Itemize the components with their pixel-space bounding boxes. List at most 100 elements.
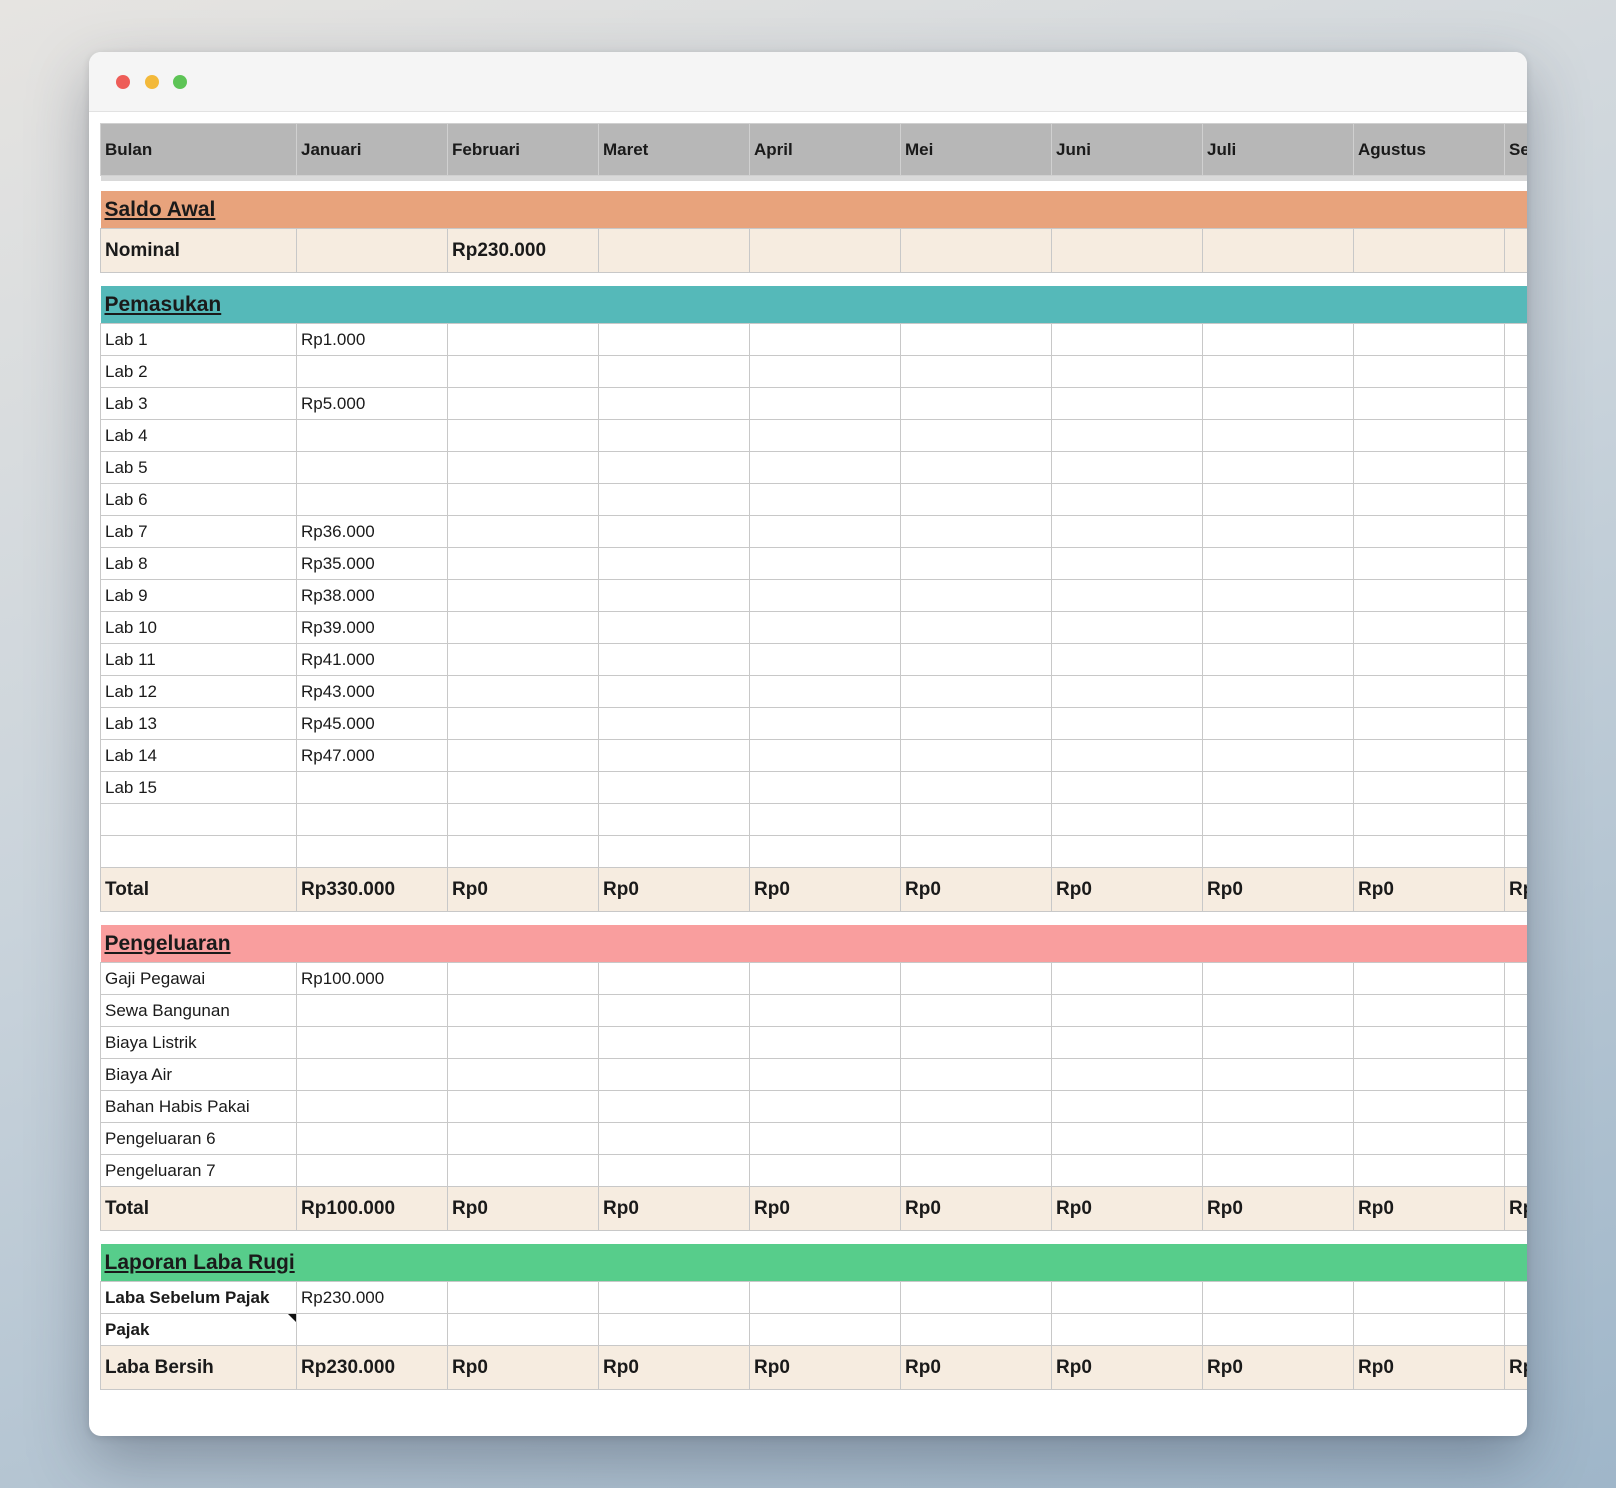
- value-cell[interactable]: [1353, 228, 1505, 273]
- row-label[interactable]: Lab 1: [100, 323, 297, 356]
- column-header-month[interactable]: Mei: [900, 123, 1052, 176]
- value-cell[interactable]: [749, 451, 901, 484]
- value-cell[interactable]: [598, 707, 750, 740]
- value-cell[interactable]: [598, 483, 750, 516]
- value-cell[interactable]: [1504, 228, 1527, 273]
- value-cell[interactable]: [749, 707, 901, 740]
- value-cell[interactable]: [1353, 1090, 1505, 1123]
- value-cell[interactable]: [1353, 611, 1505, 644]
- value-cell[interactable]: [900, 1122, 1052, 1155]
- comment-indicator-icon[interactable]: [288, 1314, 296, 1322]
- column-header-bulan[interactable]: Bulan: [100, 123, 297, 176]
- value-cell[interactable]: Rp35.000: [296, 547, 448, 580]
- value-cell[interactable]: Rp: [1504, 1345, 1527, 1390]
- value-cell[interactable]: [1202, 323, 1354, 356]
- row-label[interactable]: Lab 8: [100, 547, 297, 580]
- value-cell[interactable]: [1051, 228, 1203, 273]
- value-cell[interactable]: [749, 675, 901, 708]
- value-cell[interactable]: Rp0: [447, 867, 599, 912]
- value-cell[interactable]: Rp39.000: [296, 611, 448, 644]
- value-cell[interactable]: [296, 355, 448, 388]
- value-cell[interactable]: [598, 355, 750, 388]
- value-cell[interactable]: [749, 803, 901, 836]
- row-label[interactable]: Bahan Habis Pakai: [100, 1090, 297, 1123]
- value-cell[interactable]: [1202, 962, 1354, 995]
- row-label[interactable]: Lab 2: [100, 355, 297, 388]
- value-cell[interactable]: Rp43.000: [296, 675, 448, 708]
- value-cell[interactable]: [1504, 579, 1527, 612]
- value-cell[interactable]: [598, 1313, 750, 1346]
- value-cell[interactable]: [1202, 451, 1354, 484]
- value-cell[interactable]: [1202, 707, 1354, 740]
- value-cell[interactable]: [598, 579, 750, 612]
- value-cell[interactable]: [447, 387, 599, 420]
- value-cell[interactable]: [296, 451, 448, 484]
- row-label[interactable]: Pengeluaran 7: [100, 1154, 297, 1187]
- value-cell[interactable]: [598, 1281, 750, 1314]
- value-cell[interactable]: [749, 771, 901, 804]
- value-cell[interactable]: [1202, 547, 1354, 580]
- value-cell[interactable]: [598, 643, 750, 676]
- value-cell[interactable]: [447, 803, 599, 836]
- value-cell[interactable]: [1353, 707, 1505, 740]
- value-cell[interactable]: [447, 643, 599, 676]
- value-cell[interactable]: [1353, 994, 1505, 1027]
- value-cell[interactable]: [1202, 483, 1354, 516]
- value-cell[interactable]: [1051, 707, 1203, 740]
- value-cell[interactable]: [1504, 803, 1527, 836]
- value-cell[interactable]: [598, 228, 750, 273]
- value-cell[interactable]: [749, 962, 901, 995]
- minimize-window-button[interactable]: [145, 75, 159, 89]
- value-cell[interactable]: [749, 483, 901, 516]
- value-cell[interactable]: [1353, 835, 1505, 868]
- value-cell[interactable]: [900, 771, 1052, 804]
- value-cell[interactable]: Rp0: [900, 1345, 1052, 1390]
- value-cell[interactable]: [1504, 483, 1527, 516]
- value-cell[interactable]: [1051, 611, 1203, 644]
- value-cell[interactable]: [296, 1026, 448, 1059]
- value-cell[interactable]: [1353, 1281, 1505, 1314]
- value-cell[interactable]: Rp47.000: [296, 739, 448, 772]
- value-cell[interactable]: Rp230.000: [447, 228, 599, 273]
- value-cell[interactable]: [598, 547, 750, 580]
- value-cell[interactable]: [749, 515, 901, 548]
- column-header-month[interactable]: Maret: [598, 123, 750, 176]
- column-header-month[interactable]: Agustus: [1353, 123, 1505, 176]
- value-cell[interactable]: [598, 1122, 750, 1155]
- value-cell[interactable]: [598, 771, 750, 804]
- value-cell[interactable]: [598, 419, 750, 452]
- value-cell[interactable]: [296, 994, 448, 1027]
- value-cell[interactable]: [1353, 1154, 1505, 1187]
- value-cell[interactable]: [447, 323, 599, 356]
- value-cell[interactable]: Rp0: [1051, 1345, 1203, 1390]
- row-label[interactable]: Gaji Pegawai: [100, 962, 297, 995]
- value-cell[interactable]: [296, 1122, 448, 1155]
- value-cell[interactable]: Rp0: [1353, 867, 1505, 912]
- value-cell[interactable]: [447, 419, 599, 452]
- value-cell[interactable]: [1353, 1313, 1505, 1346]
- value-cell[interactable]: [900, 739, 1052, 772]
- value-cell[interactable]: [900, 579, 1052, 612]
- value-cell[interactable]: Rp0: [598, 867, 750, 912]
- value-cell[interactable]: [1353, 547, 1505, 580]
- row-label[interactable]: Biaya Air: [100, 1058, 297, 1091]
- value-cell[interactable]: [749, 643, 901, 676]
- value-cell[interactable]: [1051, 515, 1203, 548]
- row-label[interactable]: Laba Bersih: [100, 1345, 297, 1390]
- value-cell[interactable]: [1051, 483, 1203, 516]
- value-cell[interactable]: [1202, 515, 1354, 548]
- value-cell[interactable]: [598, 675, 750, 708]
- value-cell[interactable]: [1051, 643, 1203, 676]
- value-cell[interactable]: Rp0: [598, 1186, 750, 1231]
- value-cell[interactable]: [598, 994, 750, 1027]
- value-cell[interactable]: [900, 1058, 1052, 1091]
- value-cell[interactable]: [1504, 1122, 1527, 1155]
- row-label[interactable]: Lab 11: [100, 643, 297, 676]
- value-cell[interactable]: [1353, 419, 1505, 452]
- value-cell[interactable]: [749, 1313, 901, 1346]
- value-cell[interactable]: Rp36.000: [296, 515, 448, 548]
- value-cell[interactable]: [749, 228, 901, 273]
- value-cell[interactable]: Rp0: [1202, 867, 1354, 912]
- value-cell[interactable]: [598, 387, 750, 420]
- value-cell[interactable]: [1202, 1090, 1354, 1123]
